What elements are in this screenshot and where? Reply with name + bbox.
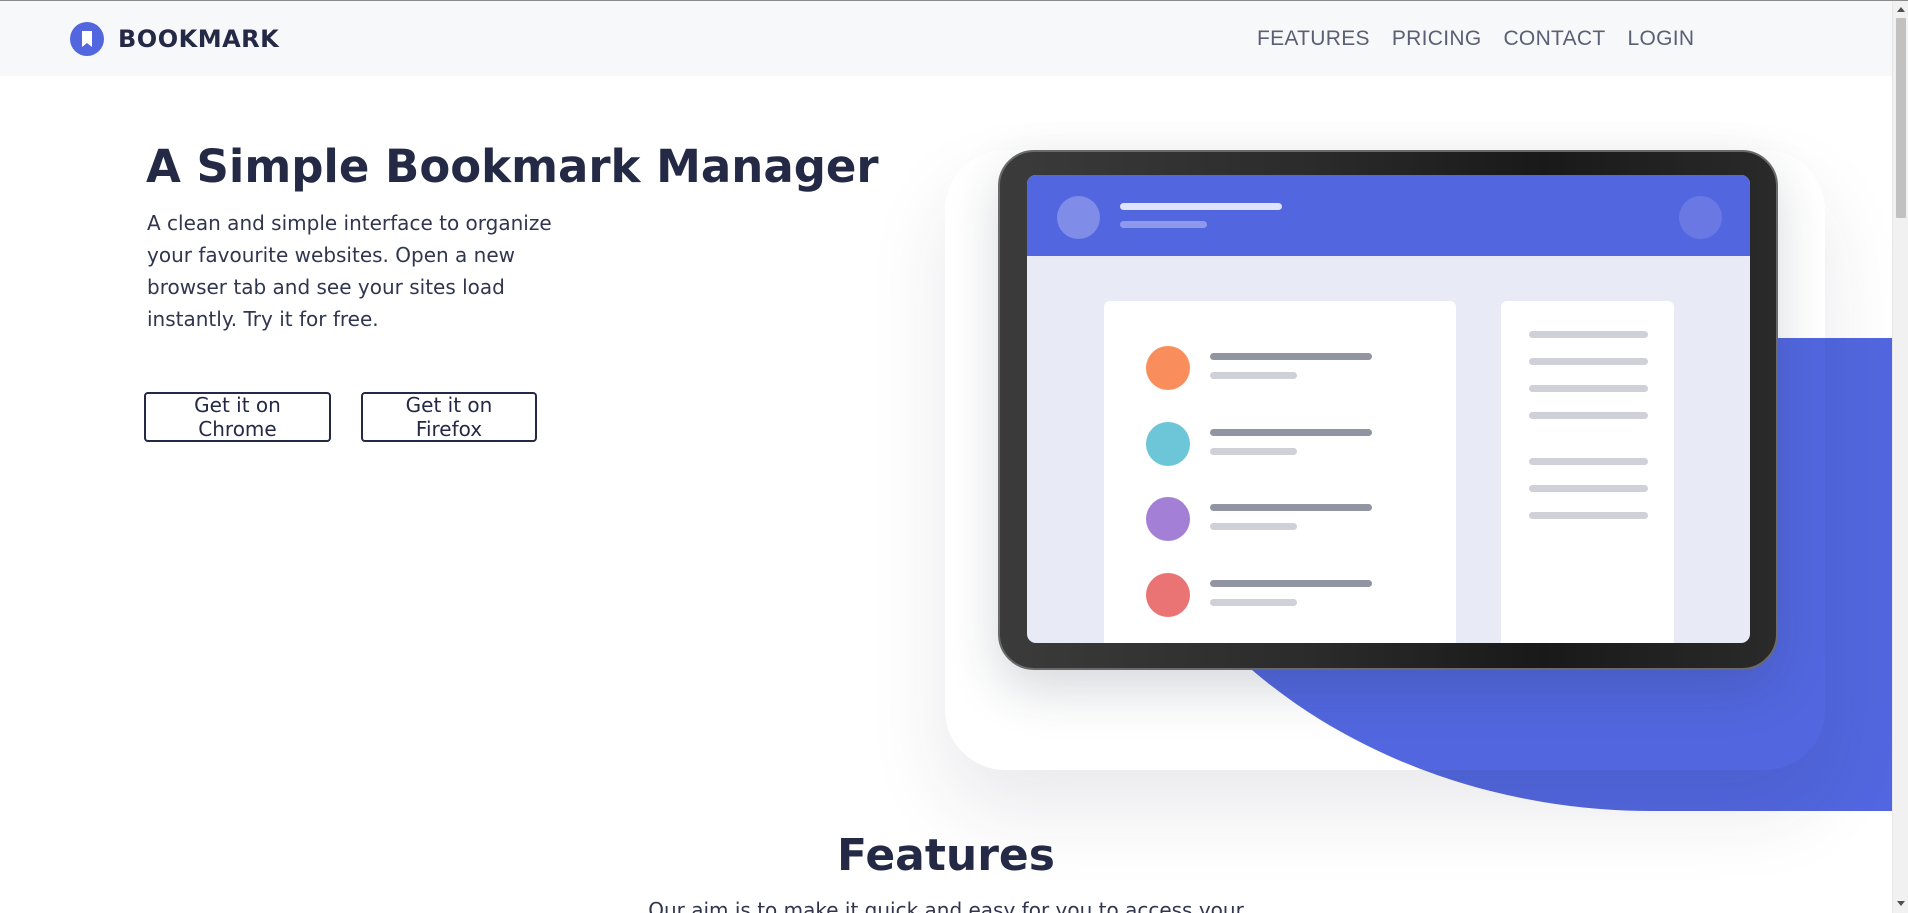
- hero-description: A clean and simple interface to organize…: [147, 211, 552, 331]
- nav-contact[interactable]: CONTACT: [1503, 27, 1605, 51]
- screen-header-line: [1120, 203, 1282, 210]
- bookmark-subline: [1210, 523, 1297, 530]
- scrollbar-thumb[interactable]: [1896, 18, 1906, 218]
- screen-avatar-right: [1679, 196, 1722, 239]
- side-panel-card: [1501, 301, 1674, 643]
- features-title: Features: [837, 830, 1055, 881]
- side-panel-line: [1529, 458, 1648, 465]
- screen-header: [1027, 175, 1750, 256]
- bookmark-dot: [1146, 346, 1190, 390]
- side-panel-line: [1529, 412, 1648, 419]
- bookmark-dot: [1146, 497, 1190, 541]
- side-panel-line: [1529, 485, 1648, 492]
- bookmark-line: [1210, 504, 1372, 511]
- scroll-down-icon[interactable]: [1897, 901, 1905, 906]
- side-panel-line: [1529, 512, 1648, 519]
- page-scrollbar[interactable]: [1892, 1, 1908, 913]
- side-panel-line: [1529, 358, 1648, 365]
- bookmark-list-card: [1104, 301, 1456, 643]
- nav-features[interactable]: FEATURES: [1257, 27, 1370, 51]
- nav-pricing[interactable]: PRICING: [1392, 27, 1482, 51]
- tablet-screen: [1027, 175, 1750, 643]
- bookmark-subline: [1210, 372, 1297, 379]
- bookmark-line: [1210, 353, 1372, 360]
- firefox-button[interactable]: Get it on Firefox: [361, 392, 537, 442]
- features-intro: Our aim is to make it quick and easy for…: [648, 898, 1244, 913]
- bookmark-subline: [1210, 448, 1297, 455]
- bookmark-icon: [70, 22, 104, 56]
- side-panel-line: [1529, 385, 1648, 392]
- window-top-border: [0, 0, 1908, 1]
- scroll-up-icon[interactable]: [1897, 7, 1905, 12]
- brand-logo[interactable]: BOOKMARK: [70, 22, 279, 56]
- bookmark-dot: [1146, 422, 1190, 466]
- hero-title: A Simple Bookmark Manager: [146, 140, 879, 193]
- screen-avatar: [1057, 196, 1100, 239]
- chrome-button[interactable]: Get it on Chrome: [144, 392, 331, 442]
- main-nav: FEATURES PRICING CONTACT LOGIN: [1257, 27, 1716, 51]
- site-header: BOOKMARK FEATURES PRICING CONTACT LOGIN: [0, 1, 1892, 76]
- nav-login[interactable]: LOGIN: [1628, 27, 1695, 51]
- screen-header-subline: [1120, 221, 1207, 228]
- bookmark-dot: [1146, 573, 1190, 617]
- bookmark-subline: [1210, 599, 1297, 606]
- brand-name: BOOKMARK: [118, 25, 280, 53]
- side-panel-line: [1529, 331, 1648, 338]
- page: BOOKMARK FEATURES PRICING CONTACT LOGIN …: [0, 0, 1892, 913]
- bookmark-line: [1210, 580, 1372, 587]
- bookmark-line: [1210, 429, 1372, 436]
